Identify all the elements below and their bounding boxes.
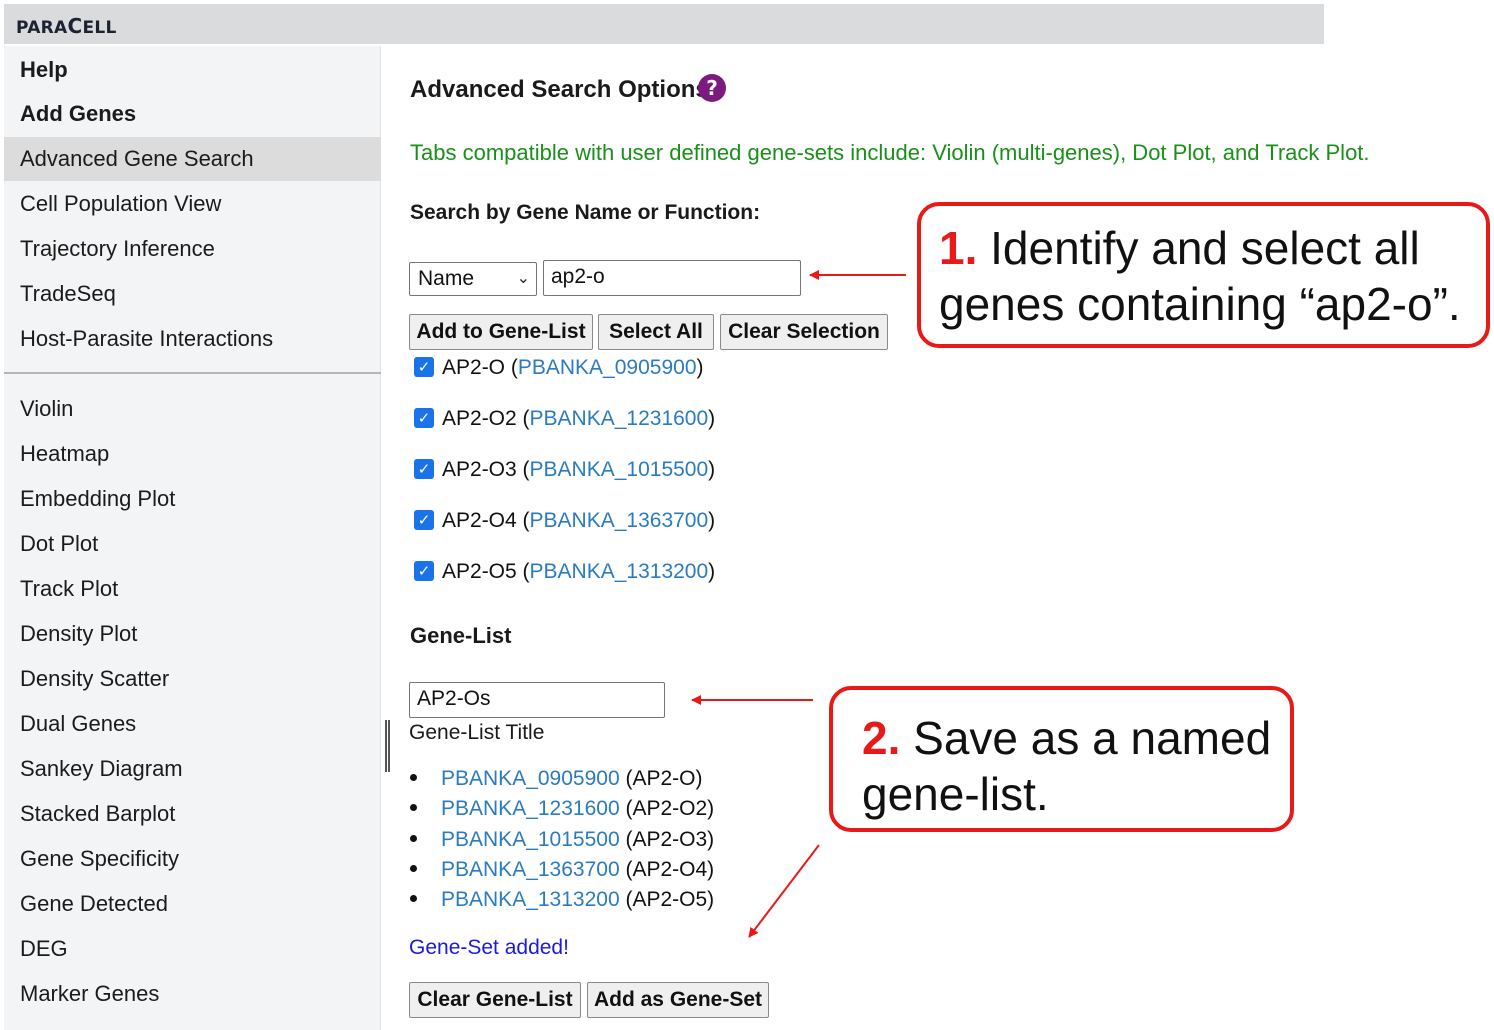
arrow-to-added-message xyxy=(748,844,820,938)
annotation-arrows xyxy=(691,270,906,938)
